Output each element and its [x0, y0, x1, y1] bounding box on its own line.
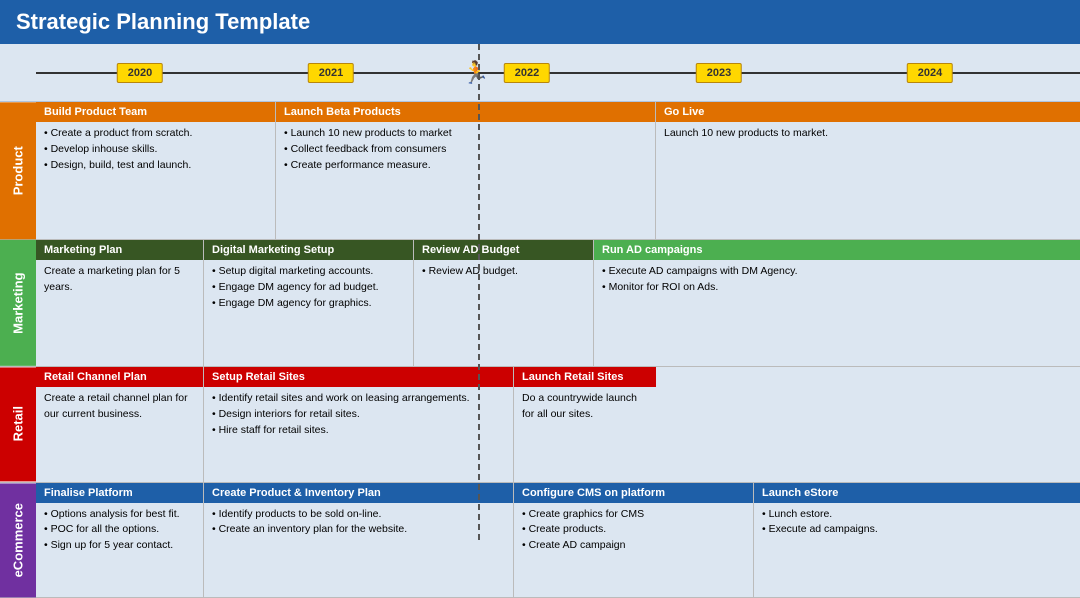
- list-item: Execute ad campaigns.: [762, 522, 1072, 538]
- list-item: Create performance measure.: [284, 158, 647, 174]
- card-launch-retail-sites: Launch Retail Sites Do a countrywide lau…: [514, 367, 656, 481]
- card-body-finalise-platform: Options analysis for best fit. POC for a…: [36, 503, 203, 597]
- card-body-retail-channel-plan: Create a retail channel plan for our cur…: [36, 387, 203, 481]
- card-body-marketing-plan: Create a marketing plan for 5 years.: [36, 260, 203, 366]
- content-area: Product Build Product Team Create a prod…: [0, 102, 1080, 598]
- card-body-review-ad-budget: Review AD budget.: [414, 260, 593, 366]
- list-item: Sign up for 5 year contact.: [44, 538, 195, 554]
- list-item: Create a product from scratch.: [44, 126, 267, 142]
- card-header-go-live: Go Live: [656, 102, 1080, 122]
- list-item: Create AD campaign: [522, 538, 745, 554]
- marketing-label: Marketing: [0, 240, 36, 366]
- product-row-content: Build Product Team Create a product from…: [36, 102, 1080, 239]
- card-digital-marketing: Digital Marketing Setup Setup digital ma…: [204, 240, 414, 366]
- card-header-launch-retail-sites: Launch Retail Sites: [514, 367, 656, 387]
- retail-spacer: [656, 367, 1080, 481]
- list-item: Launch 10 new products to market: [284, 126, 647, 142]
- card-header-setup-retail-sites: Setup Retail Sites: [204, 367, 513, 387]
- card-header-digital-marketing: Digital Marketing Setup: [204, 240, 413, 260]
- card-body-setup-retail-sites: Identify retail sites and work on leasin…: [204, 387, 513, 481]
- card-go-live: Go Live Launch 10 new products to market…: [656, 102, 1080, 239]
- timeline: 2020 2021 2022 2023 2024 🏃: [0, 44, 1080, 102]
- card-body-build-product-team: Create a product from scratch. Develop i…: [36, 122, 275, 239]
- list-item: Identify retail sites and work on leasin…: [212, 391, 505, 407]
- runner-icon: 🏃: [462, 60, 489, 86]
- card-body-run-ad-campaigns: Execute AD campaigns with DM Agency. Mon…: [594, 260, 1080, 366]
- list-item: Options analysis for best fit.: [44, 507, 195, 523]
- list-item: Execute AD campaigns with DM Agency.: [602, 264, 1072, 280]
- year-2022: 2022: [504, 63, 550, 83]
- card-build-product-team: Build Product Team Create a product from…: [36, 102, 276, 239]
- card-run-ad-campaigns: Run AD campaigns Execute AD campaigns wi…: [594, 240, 1080, 366]
- page-header: Strategic Planning Template: [0, 0, 1080, 44]
- ecommerce-row-content: Finalise Platform Options analysis for b…: [36, 483, 1080, 597]
- card-launch-estore: Launch eStore Lunch estore. Execute ad c…: [754, 483, 1080, 597]
- retail-row-content: Retail Channel Plan Create a retail chan…: [36, 367, 1080, 481]
- launch-retail-text: Do a countrywide launch for all our site…: [522, 392, 637, 420]
- card-body-configure-cms: Create graphics for CMS Create products.…: [514, 503, 753, 597]
- list-item: Engage DM agency for ad budget.: [212, 280, 405, 296]
- card-header-configure-cms: Configure CMS on platform: [514, 483, 753, 503]
- card-body-digital-marketing: Setup digital marketing accounts. Engage…: [204, 260, 413, 366]
- marketing-plan-text: Create a marketing plan for 5 years.: [44, 265, 180, 293]
- list-item: Engage DM agency for graphics.: [212, 296, 405, 312]
- card-header-build-product-team: Build Product Team: [36, 102, 275, 122]
- retail-row: Retail Retail Channel Plan Create a reta…: [0, 367, 1080, 482]
- card-marketing-plan: Marketing Plan Create a marketing plan f…: [36, 240, 204, 366]
- list-item: Develop inhouse skills.: [44, 142, 267, 158]
- list-item: Hire staff for retail sites.: [212, 423, 505, 439]
- list-item: POC for all the options.: [44, 522, 195, 538]
- product-row: Product Build Product Team Create a prod…: [0, 102, 1080, 240]
- retail-label: Retail: [0, 367, 36, 481]
- card-setup-retail-sites: Setup Retail Sites Identify retail sites…: [204, 367, 514, 481]
- card-retail-channel-plan: Retail Channel Plan Create a retail chan…: [36, 367, 204, 481]
- marketing-row: Marketing Marketing Plan Create a market…: [0, 240, 1080, 367]
- card-body-launch-beta: Launch 10 new products to market Collect…: [276, 122, 655, 239]
- current-time-line: [478, 44, 480, 540]
- card-body-go-live: Launch 10 new products to market.: [656, 122, 1080, 239]
- retail-channel-text: Create a retail channel plan for our cur…: [44, 392, 188, 420]
- card-header-review-ad-budget: Review AD Budget: [414, 240, 593, 260]
- card-launch-beta: Launch Beta Products Launch 10 new produ…: [276, 102, 656, 239]
- card-header-launch-estore: Launch eStore: [754, 483, 1080, 503]
- year-2023: 2023: [696, 63, 742, 83]
- card-configure-cms: Configure CMS on platform Create graphic…: [514, 483, 754, 597]
- list-item: Lunch estore.: [762, 507, 1072, 523]
- go-live-text: Launch 10 new products to market.: [664, 127, 828, 139]
- product-label: Product: [0, 102, 36, 239]
- card-review-ad-budget: Review AD Budget Review AD budget.: [414, 240, 594, 366]
- year-2024: 2024: [907, 63, 953, 83]
- card-body-launch-retail-sites: Do a countrywide launch for all our site…: [514, 387, 656, 481]
- list-item: Identify products to be sold on-line.: [212, 507, 505, 523]
- list-item: Collect feedback from consumers: [284, 142, 647, 158]
- list-item: Review AD budget.: [422, 264, 585, 280]
- card-body-launch-estore: Lunch estore. Execute ad campaigns.: [754, 503, 1080, 597]
- card-header-finalise-platform: Finalise Platform: [36, 483, 203, 503]
- list-item: Monitor for ROI on Ads.: [602, 280, 1072, 296]
- card-product-inventory-plan: Create Product & Inventory Plan Identify…: [204, 483, 514, 597]
- year-2020: 2020: [117, 63, 163, 83]
- page-title: Strategic Planning Template: [16, 9, 310, 35]
- card-finalise-platform: Finalise Platform Options analysis for b…: [36, 483, 204, 597]
- card-header-retail-channel-plan: Retail Channel Plan: [36, 367, 203, 387]
- list-item: Create products.: [522, 522, 745, 538]
- card-body-product-inventory-plan: Identify products to be sold on-line. Cr…: [204, 503, 513, 597]
- marketing-row-content: Marketing Plan Create a marketing plan f…: [36, 240, 1080, 366]
- year-2021: 2021: [308, 63, 354, 83]
- card-header-product-inventory-plan: Create Product & Inventory Plan: [204, 483, 513, 503]
- card-header-marketing-plan: Marketing Plan: [36, 240, 203, 260]
- card-header-launch-beta: Launch Beta Products: [276, 102, 655, 122]
- list-item: Design interiors for retail sites.: [212, 407, 505, 423]
- list-item: Create an inventory plan for the website…: [212, 522, 505, 538]
- list-item: Create graphics for CMS: [522, 507, 745, 523]
- card-header-run-ad-campaigns: Run AD campaigns: [594, 240, 1080, 260]
- ecommerce-label: eCommerce: [0, 483, 36, 597]
- list-item: Design, build, test and launch.: [44, 158, 267, 174]
- ecommerce-row: eCommerce Finalise Platform Options anal…: [0, 483, 1080, 598]
- list-item: Setup digital marketing accounts.: [212, 264, 405, 280]
